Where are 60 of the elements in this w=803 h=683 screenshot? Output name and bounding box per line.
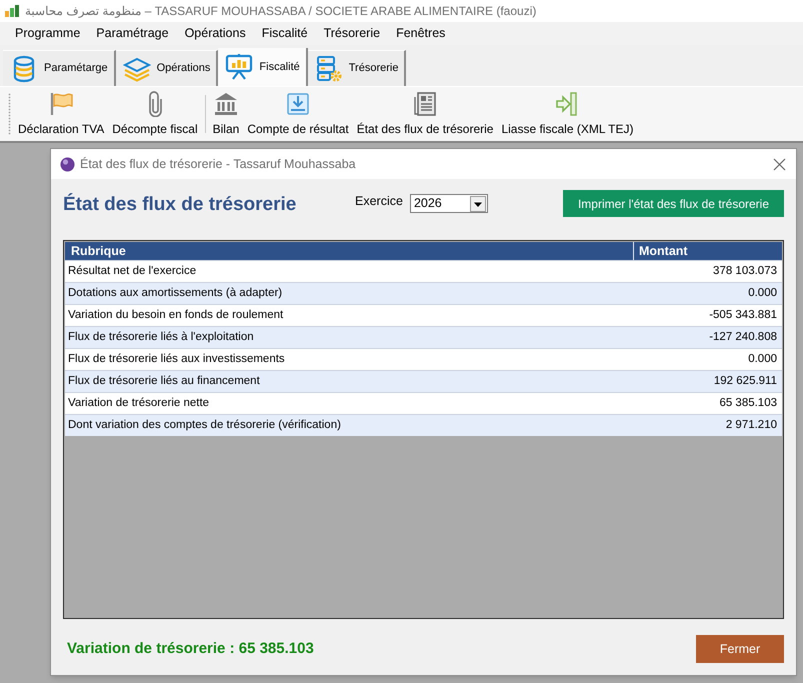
- table-cell-text: 2 971.210: [724, 418, 778, 433]
- table-cell-text: Dotations aux amortissements (à adapter): [67, 286, 284, 301]
- window-title: منظومة تصرف محاسبة – TASSARUF MOUHASSABA / SOCIETE ARABE ALIMENTAIRE (faouzi): [25, 3, 536, 20]
- table-cell-text: Flux de trésorerie liés au financement: [67, 374, 261, 389]
- table-cell-text: Flux de trésorerie liés aux investissements: [67, 352, 286, 367]
- grip-icon[interactable]: [8, 93, 11, 135]
- column-header[interactable]: Montant: [634, 242, 782, 260]
- table-cell-text: 0.000: [747, 286, 778, 301]
- table-cell-text: Résultat net de l'exercice: [67, 264, 198, 279]
- exercice-label: Exercice: [355, 192, 403, 210]
- tab[interactable]: Trésorerie: [308, 50, 406, 86]
- year-dropdown[interactable]: 2026: [410, 194, 488, 213]
- download-tray-icon: [285, 91, 312, 117]
- toolbar-button[interactable]: Bilan: [208, 87, 244, 141]
- table-row[interactable]: Flux de trésorerie liés à l'exploitation -127 240.808: [65, 326, 782, 348]
- table-row[interactable]: Variation du besoin en fonds de roulement -505 343.881: [65, 304, 782, 326]
- toolbar-button[interactable]: Déclaration TVA: [14, 87, 108, 141]
- table-row[interactable]: Flux de trésorerie liés au financement 192 625.911: [65, 370, 782, 392]
- menu-item[interactable]: Paramétrage: [88, 22, 177, 45]
- table-cell-text: 0.000: [747, 352, 778, 367]
- table-cell-text: Variation de trésorerie nette: [67, 396, 210, 411]
- document-icon: [412, 91, 438, 117]
- table-row[interactable]: Variation de trésorerie nette 65 385.103: [65, 392, 782, 414]
- toolbar-button[interactable]: État des flux de trésorerie: [352, 87, 498, 141]
- print-button[interactable]: Imprimer l'état des flux de trésorerie: [562, 190, 784, 217]
- table-cell-text: 65 385.103: [718, 396, 778, 411]
- table-cell-text: -127 240.808: [708, 330, 778, 345]
- tab[interactable]: Opérations: [116, 50, 218, 86]
- toolbar-button[interactable]: Compte de résultat: [243, 87, 353, 141]
- menu-item[interactable]: Programme: [7, 22, 88, 45]
- table-cell-text: Flux de trésorerie liés à l'exploitation: [67, 330, 255, 345]
- table-row[interactable]: Flux de trésorerie liés aux investissements 0.000: [65, 348, 782, 370]
- toolbar-button[interactable]: Décompte fiscal: [108, 87, 202, 141]
- menu-item[interactable]: Opérations: [176, 22, 254, 45]
- server-gear-icon: [314, 54, 343, 82]
- close-button[interactable]: Fermer: [696, 635, 784, 663]
- table-cell-text: Dont variation des comptes de trésorerie (vérification): [67, 418, 342, 433]
- page-heading: État des flux de trésorerie: [63, 192, 298, 217]
- tab[interactable]: Fiscalité: [218, 48, 308, 86]
- table-row[interactable]: Dont variation des comptes de trésorerie (vérification) 2 971.210: [65, 414, 782, 436]
- presentation-board-icon: [225, 53, 254, 81]
- globe-icon: [60, 156, 75, 172]
- table-cell-text: -505 343.881: [708, 308, 778, 323]
- menu-item[interactable]: Fiscalité: [254, 22, 316, 45]
- close-icon[interactable]: [773, 158, 786, 170]
- bank-icon: [212, 91, 239, 117]
- table-row[interactable]: Dotations aux amortissements (à adapter) 0.000: [65, 282, 782, 304]
- caret-icon: [470, 196, 486, 212]
- toolbar-button[interactable]: Liasse fiscale (XML TEJ): [497, 87, 638, 141]
- summary-text: Variation de trésorerie : 65 385.103: [66, 638, 314, 659]
- table-row[interactable]: Résultat net de l'exercice 378 103.073: [65, 260, 782, 282]
- app-icon: [5, 5, 19, 17]
- table-cell-text: Variation du besoin en fonds de roulement: [67, 308, 284, 323]
- table-cell-text: 192 625.911: [712, 374, 778, 389]
- table-cell-text: 378 103.073: [712, 264, 778, 279]
- tab[interactable]: Paramétarge: [3, 50, 116, 86]
- menu-item[interactable]: Fenêtres: [388, 22, 454, 45]
- menu-item[interactable]: Trésorerie: [316, 22, 388, 45]
- flag-icon: [48, 91, 74, 117]
- dialog-title: État des flux de trésorerie - Tassaruf Mouhassaba: [80, 156, 356, 173]
